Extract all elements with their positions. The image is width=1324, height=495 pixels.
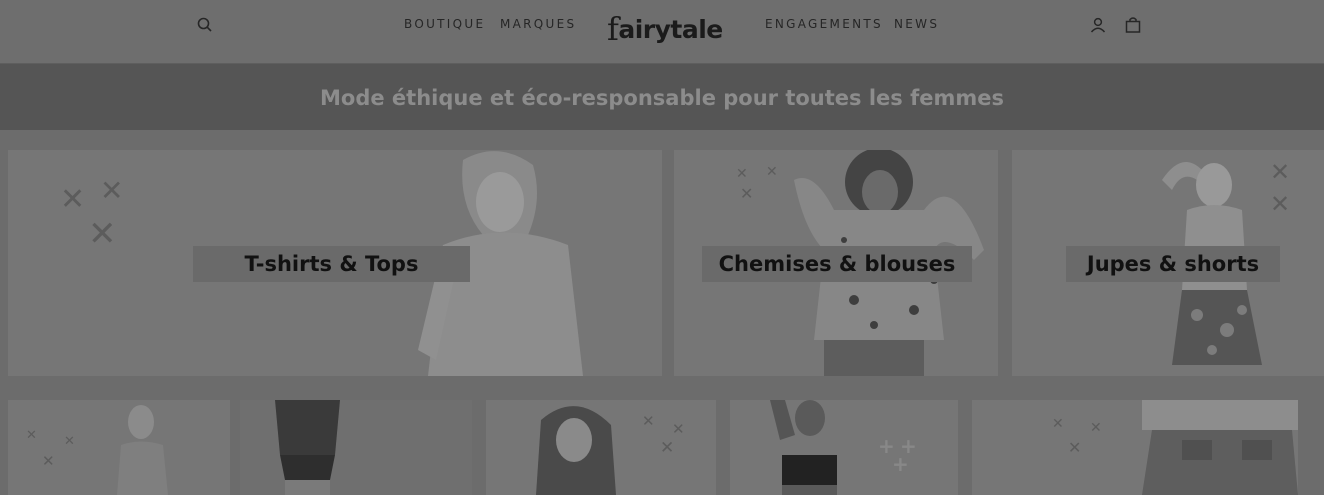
decor-cross-icon: ✕ [1090,420,1102,436]
category-tile-6[interactable] [240,400,472,495]
category-label: T-shirts & Tops [193,246,470,282]
account-icon[interactable] [1089,16,1107,34]
category-tile-jupes[interactable]: ✕ ✕ Jupes & shorts [1012,150,1324,376]
decor-cross-icon: ✕ [64,434,75,449]
category-tile-chemises[interactable]: ✕ ✕ ✕ Chemises & blouses [674,150,998,376]
category-label: Jupes & shorts [1066,246,1280,282]
nav-engagements[interactable]: ENGAGEMENTS [765,17,883,31]
search-icon[interactable] [196,16,214,34]
nav-boutique[interactable]: BOUTIQUE [404,17,485,31]
logo-text: airytale [618,15,723,44]
decor-cross-icon: ✕ [642,412,655,430]
model-photo [536,406,616,495]
decor-cross-icon: ✕ [736,166,748,182]
site-header: BOUTIQUE MARQUES fairytale ENGAGEMENTS N… [0,0,1324,64]
banner-text: Mode éthique et éco-responsable pour tou… [320,86,1004,110]
decor-cross-icon: ✕ [100,174,124,207]
model-photo [117,405,168,495]
decor-cross-icon: ✕ [740,184,754,203]
site-logo[interactable]: fairytale [607,8,732,48]
decor-cross-icon: ✕ [26,428,37,443]
nav-news[interactable]: NEWS [894,17,939,31]
decor-cross-icon: ✕ [60,182,86,217]
cart-icon[interactable] [1124,16,1142,34]
category-tile-5[interactable]: ✕ ✕ ✕ [8,400,230,495]
decor-cross-icon: ✕ [1068,438,1082,457]
decor-cross-icon: ✕ [672,420,685,438]
page: BOUTIQUE MARQUES fairytale ENGAGEMENTS N… [0,0,1324,495]
category-tile-8[interactable]: + + + [730,400,958,495]
decor-cross-icon: ✕ [660,438,675,458]
decor-cross-icon: ✕ [42,452,55,470]
nav-marques[interactable]: MARQUES [500,17,576,31]
promo-banner: Mode éthique et éco-responsable pour tou… [0,64,1324,130]
decor-cross-icon: ✕ [88,214,117,254]
decor-cross-icon: ✕ [1052,416,1064,432]
model-photo [770,400,837,495]
category-tile-7[interactable]: ✕ ✕ ✕ [486,400,716,495]
category-tile-tshirts[interactable]: ✕ ✕ ✕ T-shirts & Tops [8,150,662,376]
decor-plus-icon: + [892,452,909,476]
model-photo [1142,400,1298,495]
model-photo [275,400,340,495]
category-tile-9[interactable]: ✕ ✕ ✕ [972,400,1298,495]
decor-cross-icon: ✕ [766,164,778,180]
category-label: Chemises & blouses [702,246,972,282]
logo-initial: f [607,10,619,48]
